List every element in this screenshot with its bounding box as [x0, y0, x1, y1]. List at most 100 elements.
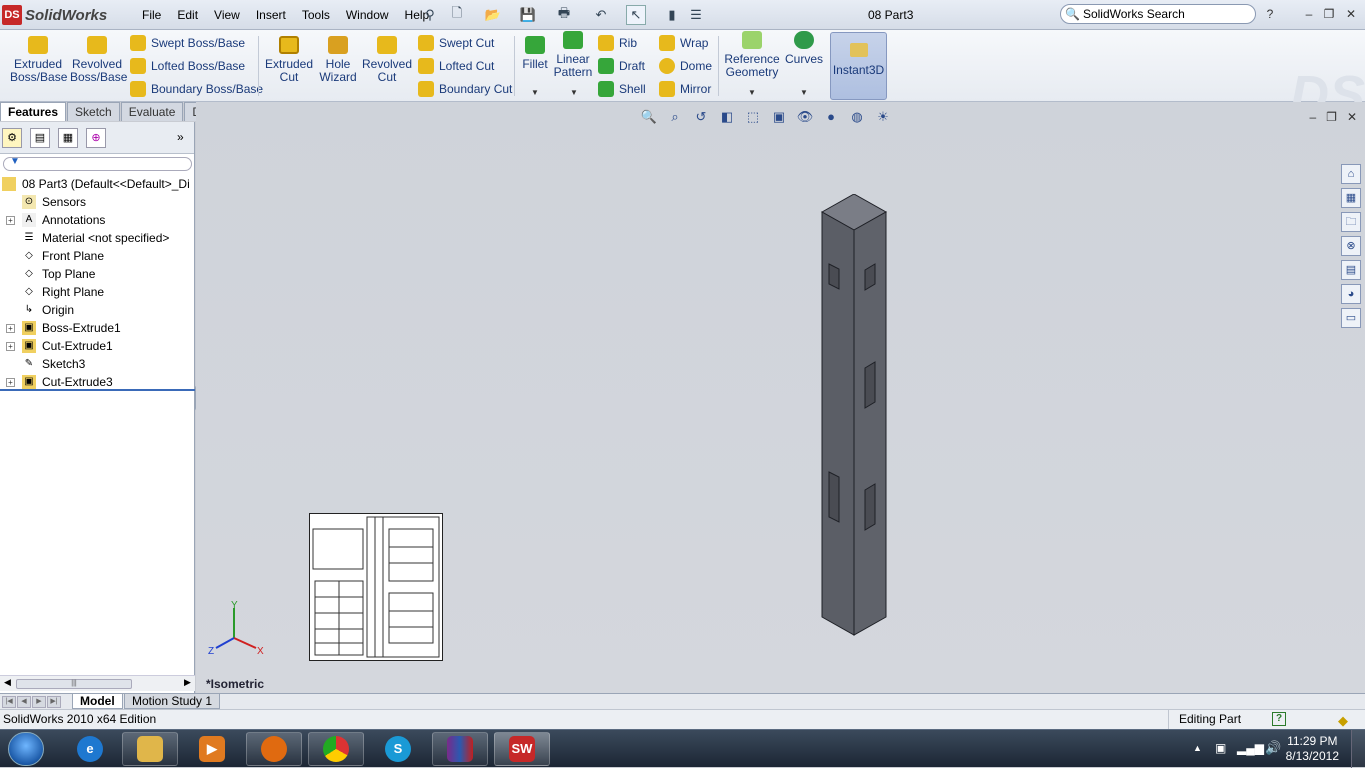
section-view-icon[interactable]: ◧ [718, 108, 736, 126]
edit-appearance-icon[interactable]: ● [822, 108, 840, 126]
menu-window[interactable]: Window [338, 7, 397, 23]
tab-model[interactable]: Model [72, 694, 123, 709]
tab-sketch[interactable]: Sketch [67, 102, 120, 121]
zoom-to-area-icon[interactable]: ⌕ [666, 108, 684, 126]
viewport-close-button[interactable]: ✕ [1347, 110, 1357, 124]
options-list-icon[interactable]: ☰ [686, 5, 706, 25]
undo-icon[interactable]: ↶ [591, 5, 611, 25]
linear-pattern-dropdown-icon[interactable]: ▼ [570, 88, 578, 97]
restore-button[interactable]: ❐ [1321, 6, 1337, 22]
rib-button[interactable]: Rib [598, 33, 637, 53]
viewport-minimize-button[interactable]: – [1309, 110, 1316, 124]
show-desktop-button[interactable] [1351, 730, 1365, 768]
taskbar-solidworks[interactable]: SW [494, 732, 550, 766]
boundary-boss-button[interactable]: Boundary Boss/Base [130, 79, 263, 99]
menu-edit[interactable]: Edit [169, 7, 206, 23]
scroll-left-icon[interactable]: ◀ [4, 677, 11, 688]
search-input[interactable]: 🔍 SolidWorks Search [1060, 4, 1256, 24]
feature-tree-tab-icon[interactable]: ⚙ [2, 128, 22, 148]
tree-root[interactable]: 08 Part3 (Default<<Default>_Di [0, 175, 195, 193]
tab-features[interactable]: Features [0, 102, 67, 121]
expand-icon[interactable]: + [6, 216, 15, 225]
instant3d-button[interactable]: Instant3D [830, 32, 887, 100]
panel-horizontal-scrollbar[interactable]: ◀ ||| ▶ [0, 675, 195, 691]
zoom-to-fit-icon[interactable]: 🔍 [640, 108, 658, 126]
expand-panel-icon[interactable]: » [177, 130, 184, 144]
search-results-icon[interactable]: ⊗ [1341, 236, 1361, 256]
select-cursor-icon[interactable]: ↖ [626, 5, 646, 25]
previous-view-icon[interactable]: ↺ [692, 108, 710, 126]
dimxpert-manager-tab-icon[interactable]: ⊕ [86, 128, 106, 148]
solidworks-resources-icon[interactable]: ⌂ [1341, 164, 1361, 184]
prev-tab-icon[interactable]: ◀ [17, 696, 31, 708]
scroll-right-icon[interactable]: ▶ [184, 677, 191, 688]
curves-button[interactable]: Curves [784, 31, 824, 66]
reference-geometry-button[interactable]: Reference Geometry [724, 31, 780, 79]
minimize-button[interactable]: – [1301, 6, 1317, 22]
network-icon[interactable]: ▂▄▆ [1237, 741, 1264, 755]
taskbar-chrome[interactable] [308, 732, 364, 766]
draft-button[interactable]: Draft [598, 56, 645, 76]
design-library-icon[interactable]: ▦ [1341, 188, 1361, 208]
hole-wizard-button[interactable]: Hole Wizard [316, 36, 360, 84]
print-icon[interactable]: 🖶 [554, 5, 574, 25]
apply-scene-icon[interactable]: ◍ [848, 108, 866, 126]
quick-tips-icon[interactable]: ? [1272, 712, 1286, 726]
volume-icon[interactable]: 🔊 [1265, 740, 1281, 756]
clock[interactable]: 11:29 PM 8/13/2012 [1286, 734, 1339, 764]
expand-icon[interactable]: + [6, 342, 15, 351]
next-tab-icon[interactable]: ▶ [32, 696, 46, 708]
linear-pattern-button[interactable]: Linear Pattern [553, 31, 593, 79]
scrollbar-thumb[interactable]: ||| [16, 679, 132, 689]
last-tab-icon[interactable]: ▶| [47, 696, 61, 708]
boundary-cut-button[interactable]: Boundary Cut [418, 79, 512, 99]
show-hidden-icons-icon[interactable]: ▲ [1193, 743, 1202, 753]
shell-button[interactable]: Shell [598, 79, 646, 99]
tree-item[interactable]: ◇ Top Plane [0, 265, 195, 283]
help-icon[interactable]: ? [1262, 6, 1278, 22]
menu-view[interactable]: View [206, 7, 248, 23]
solidworks-logo[interactable]: DS SolidWorks [2, 3, 122, 27]
tab-evaluate[interactable]: Evaluate [120, 102, 184, 121]
taskbar-firefox[interactable] [246, 732, 302, 766]
tree-item[interactable]: ◇ Right Plane [0, 283, 195, 301]
wrap-button[interactable]: Wrap [659, 33, 708, 53]
viewport-restore-button[interactable]: ❐ [1326, 110, 1337, 124]
tree-item[interactable]: ⊙ Sensors [0, 193, 195, 211]
new-document-icon[interactable]: 🗋 [447, 5, 467, 25]
reference-geometry-dropdown-icon[interactable]: ▼ [748, 88, 756, 97]
file-explorer-icon[interactable]: 🗀 [1341, 212, 1361, 232]
pin-icon[interactable]: ⚲ [420, 5, 440, 25]
tab-motion-study-1[interactable]: Motion Study 1 [124, 694, 221, 709]
configuration-manager-tab-icon[interactable]: ▦ [58, 128, 78, 148]
start-button[interactable] [8, 732, 44, 766]
lofted-cut-button[interactable]: Lofted Cut [418, 56, 494, 76]
tree-item[interactable]: ◇ Front Plane [0, 247, 195, 265]
expand-icon[interactable]: + [6, 324, 15, 333]
lofted-boss-button[interactable]: Lofted Boss/Base [130, 56, 245, 76]
device-icon[interactable]: ▣ [1215, 741, 1226, 755]
expand-icon[interactable]: + [6, 378, 15, 387]
taskbar-media-player[interactable]: ▶ [184, 732, 240, 766]
taskbar-winrar[interactable] [432, 732, 488, 766]
fillet-button[interactable]: Fillet [518, 36, 552, 71]
taskbar-internet-explorer[interactable]: e [62, 732, 118, 766]
close-button[interactable]: ✕ [1343, 6, 1359, 22]
appearances-scenes-icon[interactable]: ◕ [1341, 284, 1361, 304]
taskbar-file-explorer[interactable] [122, 732, 178, 766]
view-settings-icon[interactable]: ☀ [874, 108, 892, 126]
tree-item[interactable]: + ▣ Boss-Extrude1 [0, 319, 195, 337]
extruded-boss-button[interactable]: Extruded Boss/Base [10, 36, 67, 84]
custom-properties-icon[interactable]: ▭ [1341, 308, 1361, 328]
swept-cut-button[interactable]: Swept Cut [418, 33, 494, 53]
rebuild-traffic-light-icon[interactable]: ▮ [662, 5, 682, 25]
revolved-boss-button[interactable]: Revolved Boss/Base [70, 36, 127, 84]
revolved-cut-button[interactable]: Revolved Cut [362, 36, 412, 84]
tree-item[interactable]: ☰ Material <not specified> [0, 229, 195, 247]
rebuild-status-icon[interactable]: ◆ [1338, 711, 1348, 730]
view-palette-icon[interactable]: ▤ [1341, 260, 1361, 280]
menu-file[interactable]: File [134, 7, 169, 23]
display-style-icon[interactable]: ▣ [770, 108, 788, 126]
tree-item[interactable]: + A Annotations [0, 211, 195, 229]
open-folder-icon[interactable]: 📂 [483, 5, 503, 25]
